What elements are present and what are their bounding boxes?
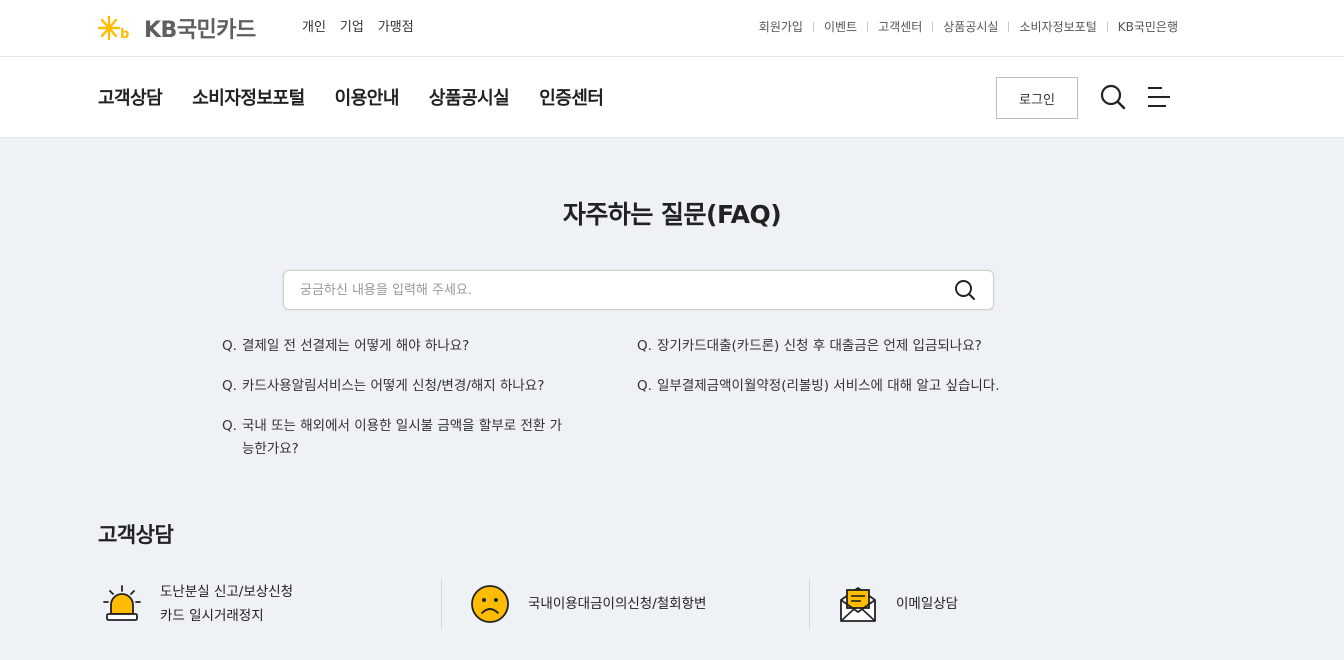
- segment-nav: 개인 기업 가맹점: [302, 16, 414, 35]
- divider: [812, 21, 814, 32]
- global-navigation: 고객상담 소비자정보포털 이용안내 상품공시실 인증센터 로그인: [0, 57, 1344, 138]
- util-link-signup[interactable]: 회원가입: [759, 18, 803, 35]
- consult-item-label: 도난분실 신고/보상신청 카드 일시거래정지: [160, 580, 293, 628]
- main-content: 자주하는 질문(FAQ) Q. 결제일 전 선결제는 어떻게 해야 하나요? Q…: [0, 138, 1344, 659]
- divider: [1008, 21, 1010, 32]
- hamburger-menu-icon[interactable]: [1146, 86, 1172, 108]
- divider: [1106, 21, 1108, 32]
- search-icon[interactable]: [1100, 84, 1126, 110]
- faq-question: 국내 또는 해외에서 이용한 일시불 금액을 할부로 전환 가능한가요?: [242, 418, 562, 457]
- faq-question: 카드사용알림서비스는 어떻게 신청/변경/해지 하나요?: [242, 378, 545, 394]
- kb-star-logo-icon: b: [98, 15, 129, 42]
- segment-merchant[interactable]: 가맹점: [378, 16, 414, 35]
- top-utility-bar: b KB국민카드 개인 기업 가맹점 회원가입 이벤트 고객센터 상품공시실 소…: [0, 0, 1344, 57]
- divider: [809, 579, 810, 629]
- consult-item-email[interactable]: 이메일상담: [838, 578, 958, 630]
- util-link-kb-bank[interactable]: KB국민은행: [1118, 18, 1178, 35]
- gnb-item-customer-consult[interactable]: 고객상담: [98, 84, 163, 110]
- divider: [867, 21, 869, 32]
- consult-item-label: 이메일상담: [896, 592, 958, 616]
- gnb-item-consumer-portal[interactable]: 소비자정보포털: [192, 84, 305, 110]
- consult-item-line: 이메일상담: [896, 596, 959, 612]
- faq-item[interactable]: Q. 국내 또는 해외에서 이용한 일시불 금액을 할부로 전환 가능한가요?: [222, 415, 572, 461]
- gnb-item-usage-guide[interactable]: 이용안내: [335, 84, 400, 110]
- gnb-item-product-disclosure[interactable]: 상품공시실: [429, 84, 510, 110]
- faq-search-input[interactable]: [284, 271, 924, 309]
- gnb-item-certification-center[interactable]: 인증센터: [539, 84, 604, 110]
- faq-title: 자주하는 질문(FAQ): [562, 200, 782, 229]
- segment-personal[interactable]: 개인: [302, 16, 326, 35]
- svg-text:b: b: [120, 27, 129, 42]
- faq-item[interactable]: Q. 결제일 전 선결제는 어떻게 해야 하나요?: [222, 335, 572, 358]
- consult-item-line: 도난분실 신고/보상신청: [160, 584, 294, 600]
- divider: [441, 579, 442, 629]
- faq-prefix: Q.: [637, 378, 652, 394]
- segment-business[interactable]: 기업: [340, 16, 364, 35]
- consult-item-line: 국내이용대금이의신청/철회항변: [528, 596, 707, 612]
- util-link-customer-center[interactable]: 고객센터: [878, 18, 922, 35]
- consult-item-label: 국내이용대금이의신청/철회항변: [528, 592, 706, 616]
- faq-item[interactable]: Q. 카드사용알림서비스는 어떻게 신청/변경/해지 하나요?: [222, 375, 572, 398]
- consult-item-lost-card[interactable]: 도난분실 신고/보상신청 카드 일시거래정지: [102, 578, 293, 630]
- faq-item[interactable]: Q. 일부결제금액이월약정(리볼빙) 서비스에 대해 알고 싶습니다.: [637, 375, 1057, 398]
- envelope-icon: [840, 587, 876, 622]
- faq-prefix: Q.: [222, 418, 237, 434]
- utility-links: 회원가입 이벤트 고객센터 상품공시실 소비자정보포털 KB국민은행: [759, 18, 1178, 35]
- faq-prefix: Q.: [637, 338, 652, 354]
- faq-question: 일부결제금액이월약정(리볼빙) 서비스에 대해 알고 싶습니다.: [657, 378, 1000, 394]
- consult-item-line: 카드 일시거래정지: [160, 608, 264, 624]
- faq-prefix: Q.: [222, 338, 237, 354]
- faq-prefix: Q.: [222, 378, 237, 394]
- faq-search-box: [283, 270, 994, 310]
- kb-kookmin-card-logo[interactable]: b KB국민카드: [98, 12, 256, 44]
- brand-name: KB국민카드: [144, 18, 256, 43]
- faq-question: 장기카드대출(카드론) 신청 후 대출금은 언제 입금되나요?: [657, 338, 982, 354]
- sad-face-icon: [471, 585, 509, 623]
- util-link-product-disclosure[interactable]: 상품공시실: [943, 18, 998, 35]
- gnb-menu: 고객상담 소비자정보포털 이용안내 상품공시실 인증센터: [98, 84, 604, 110]
- consult-section-title: 고객상담: [98, 523, 174, 547]
- login-button[interactable]: 로그인: [996, 77, 1078, 119]
- consult-item-dispute[interactable]: 국내이용대금이의신청/철회항변: [470, 578, 706, 630]
- util-link-event[interactable]: 이벤트: [824, 18, 857, 35]
- util-link-consumer-portal[interactable]: 소비자정보포털: [1019, 18, 1096, 35]
- divider: [932, 21, 934, 32]
- faq-item[interactable]: Q. 장기카드대출(카드론) 신청 후 대출금은 언제 입금되나요?: [637, 335, 1057, 358]
- faq-question: 결제일 전 선결제는 어떻게 해야 하나요?: [242, 338, 470, 354]
- search-icon[interactable]: [954, 279, 976, 301]
- siren-icon: [103, 585, 141, 621]
